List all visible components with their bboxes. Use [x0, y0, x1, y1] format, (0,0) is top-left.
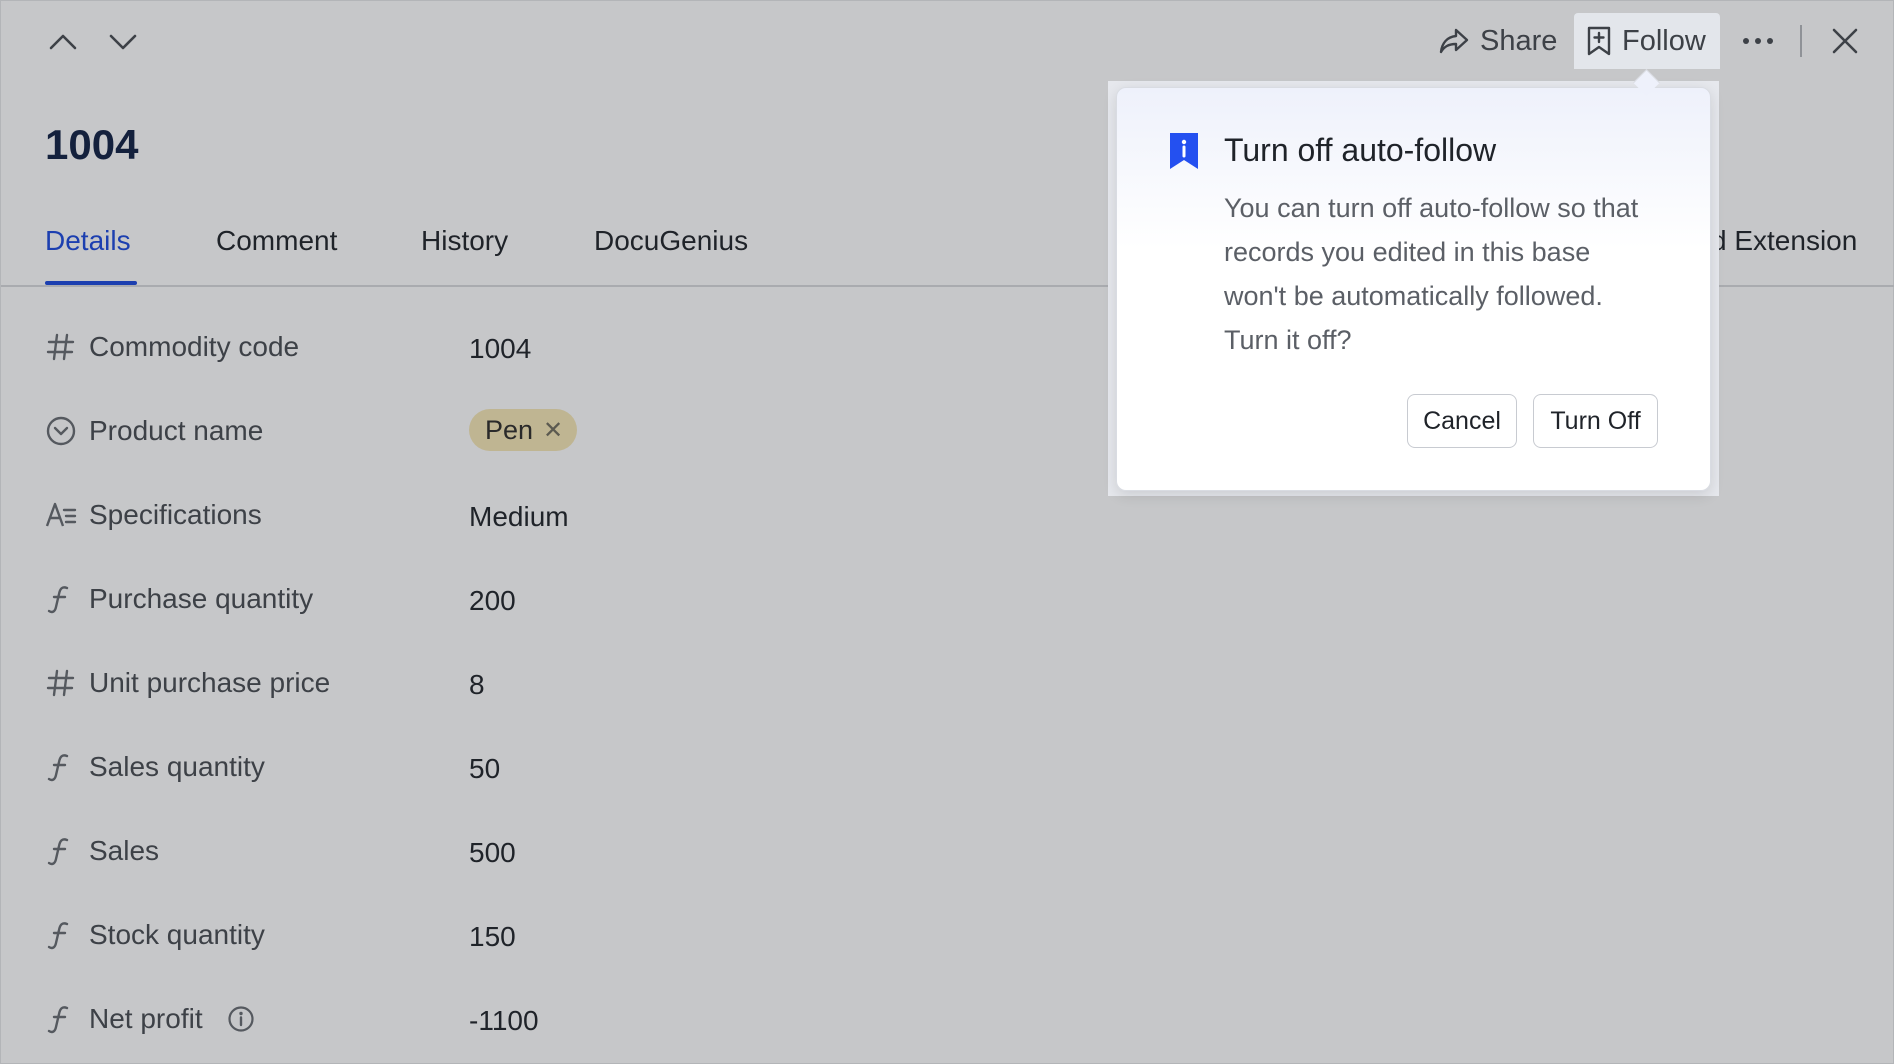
- field-sales[interactable]: Sales 500: [45, 821, 1245, 881]
- field-unit-purchase-price[interactable]: Unit purchase price 8: [45, 653, 1245, 713]
- remove-tag-icon[interactable]: ✕: [543, 416, 563, 445]
- tab-comment[interactable]: Comment: [216, 225, 337, 257]
- field-label: Stock quantity: [89, 919, 265, 950]
- info-icon[interactable]: [227, 1005, 255, 1033]
- field-stock-quantity[interactable]: Stock quantity 150: [45, 905, 1245, 965]
- field-label: Purchase quantity: [89, 583, 314, 614]
- more-horizontal-icon: [1743, 38, 1773, 44]
- tab-details[interactable]: Details: [45, 225, 131, 257]
- record-panel: Share Follow 1004 Details Comment Histor…: [0, 0, 1894, 1064]
- field-value: 200: [469, 585, 516, 616]
- close-icon: [1832, 28, 1858, 54]
- field-value: 8: [469, 669, 485, 700]
- field-purchase-quantity[interactable]: Purchase quantity 200: [45, 569, 1245, 629]
- toolbar-divider: [1800, 25, 1802, 57]
- tab-docugenius[interactable]: DocuGenius: [594, 225, 748, 257]
- field-value: Medium: [469, 501, 569, 532]
- number-icon: [46, 669, 75, 697]
- tab-history[interactable]: History: [421, 225, 508, 257]
- field-net-profit[interactable]: Net profit -1100: [45, 989, 1245, 1049]
- field-product-name[interactable]: Product name Pen ✕: [45, 401, 1245, 461]
- next-record-button[interactable]: [106, 25, 140, 59]
- more-button[interactable]: [1740, 13, 1776, 69]
- field-label: Sales: [89, 835, 160, 866]
- field-sales-quantity[interactable]: Sales quantity 50: [45, 737, 1245, 797]
- field-value: 150: [469, 921, 516, 952]
- field-value: 50: [469, 753, 501, 784]
- option-tag[interactable]: Pen ✕: [469, 409, 578, 451]
- formula-icon: [47, 922, 69, 950]
- field-label: Unit purchase price: [89, 667, 331, 698]
- auto-follow-popover-backdrop: Turn off auto-follow You can turn off au…: [1108, 81, 1719, 496]
- text-icon: [45, 502, 77, 527]
- field-label: Net profit: [89, 1003, 203, 1034]
- record-title: 1004: [45, 121, 139, 168]
- formula-icon: [47, 1006, 69, 1034]
- field-label: Product name: [89, 415, 264, 446]
- chevron-down-icon: [109, 34, 137, 50]
- field-commodity-code[interactable]: Commodity code 1004: [45, 317, 1245, 377]
- close-button[interactable]: [1827, 13, 1863, 69]
- formula-icon: [47, 586, 69, 614]
- popover-body: You can turn off auto-follow so that rec…: [1224, 193, 1639, 355]
- share-label: Share: [1480, 24, 1558, 57]
- bookmark-add-icon: [1587, 26, 1611, 56]
- follow-button[interactable]: Follow: [1574, 13, 1720, 69]
- field-specifications[interactable]: Specifications Medium: [45, 485, 1245, 545]
- single-select-icon: [46, 416, 76, 446]
- field-label: Commodity code: [89, 331, 300, 362]
- tab-extension[interactable]: d Extension: [1711, 225, 1857, 257]
- auto-follow-popover: Turn off auto-follow You can turn off au…: [1116, 87, 1711, 491]
- chevron-up-icon: [49, 34, 77, 50]
- cancel-button[interactable]: Cancel: [1407, 394, 1517, 448]
- previous-record-button[interactable]: [46, 25, 80, 59]
- info-bookmark-icon: [1170, 133, 1198, 169]
- turn-off-button[interactable]: Turn Off: [1533, 394, 1658, 448]
- formula-icon: [47, 838, 69, 866]
- number-icon: [46, 333, 75, 361]
- share-icon: [1439, 28, 1469, 54]
- field-value: 500: [469, 837, 516, 868]
- popover-title: Turn off auto-follow: [1224, 132, 1497, 168]
- field-value: 1004: [469, 333, 532, 364]
- field-value: -1100: [469, 1005, 539, 1036]
- share-button[interactable]: Share: [1438, 13, 1557, 69]
- field-label: Sales quantity: [89, 751, 265, 782]
- follow-label: Follow: [1622, 24, 1706, 57]
- field-label: Specifications: [89, 499, 262, 530]
- option-tag-label: Pen: [485, 414, 534, 445]
- formula-icon: [47, 754, 69, 782]
